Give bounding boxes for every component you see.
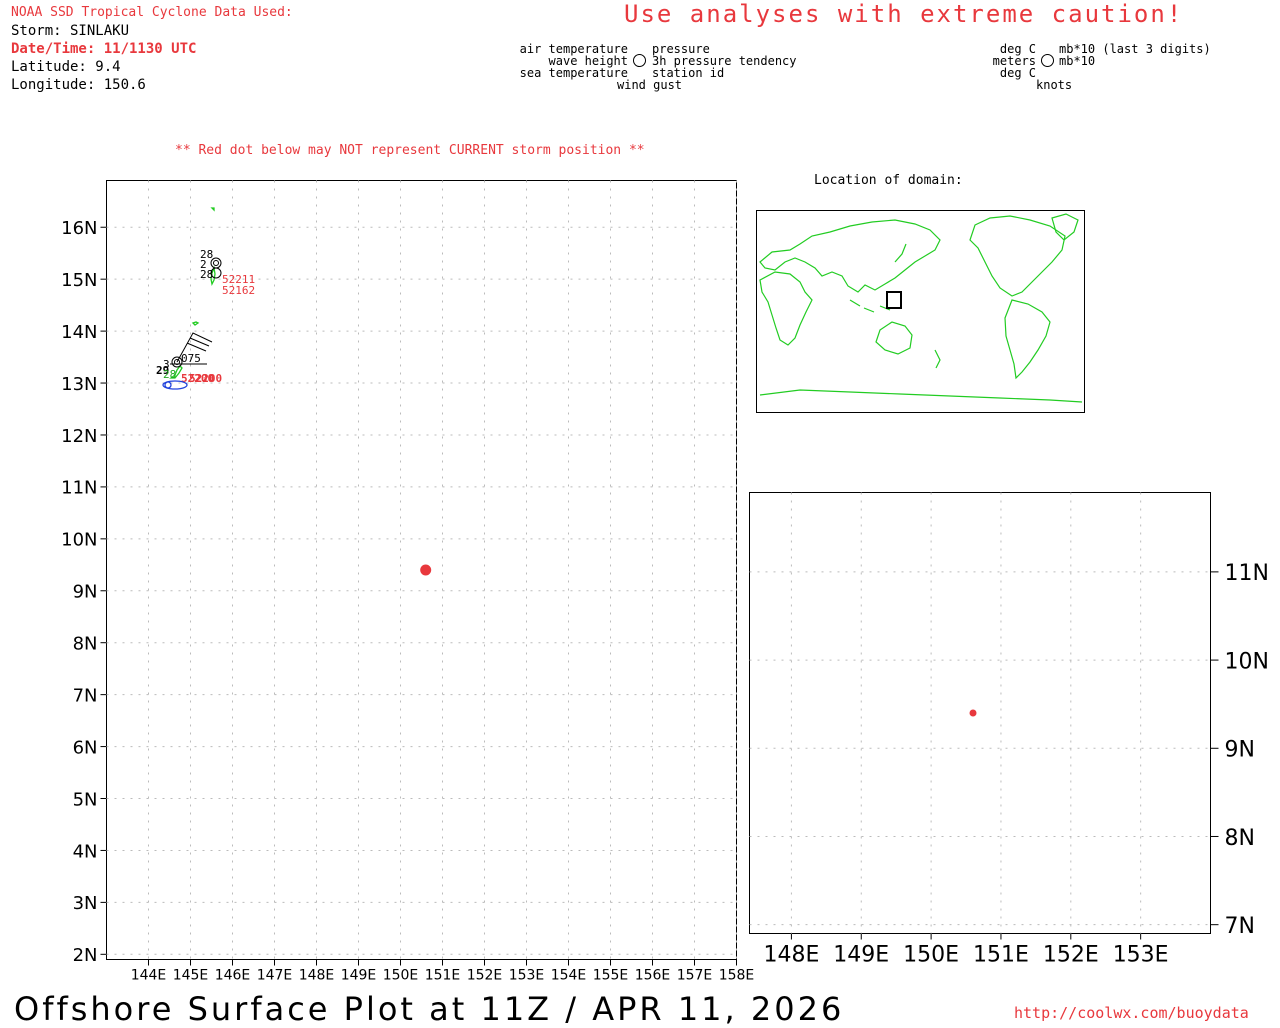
lat-tick-label: 10N [1225, 649, 1269, 674]
storm-position-dot-zoom [969, 709, 977, 717]
zoom-map-frame [749, 492, 1211, 934]
zoom-map: 148E 149E 150E 151E 152E 153E 7N 8N 9N 10N 11N [749, 492, 1269, 968]
source-url[interactable]: http://coolwx.com/buoydata [1014, 1004, 1249, 1022]
plot-title: Offshore Surface Plot at 11Z / APR 11, 2… [14, 990, 845, 1028]
zoom-map-grid [749, 492, 1219, 940]
lon-tick-label: 148E [763, 943, 819, 968]
lon-tick-label: 151E [973, 943, 1029, 968]
zoom-map-axis-labels: 148E 149E 150E 151E 152E 153E 7N 8N 9N 10N 11N [763, 561, 1268, 967]
lat-tick-label: 11N [1225, 561, 1269, 586]
lat-tick-label: 8N [1225, 826, 1255, 851]
lon-tick-label: 152E [1043, 943, 1099, 968]
lon-tick-label: 149E [833, 943, 889, 968]
lon-tick-label: 150E [903, 943, 959, 968]
lat-tick-label: 9N [1225, 738, 1255, 763]
lat-tick-label: 7N [1225, 914, 1255, 939]
lon-tick-label: 153E [1113, 943, 1169, 968]
